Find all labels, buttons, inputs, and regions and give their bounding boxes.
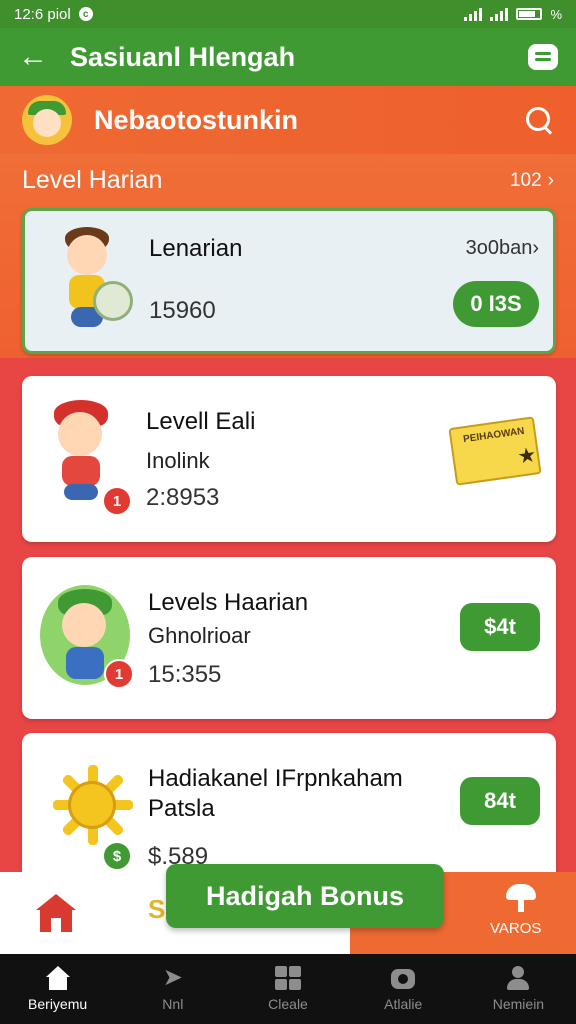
- avatar[interactable]: [22, 95, 72, 145]
- card-subtitle: Inolink: [146, 448, 210, 473]
- chevron-right-icon: ›: [547, 169, 554, 191]
- nav-label: Nnl: [162, 996, 184, 1012]
- bonus-partial-text: S: [148, 894, 166, 924]
- mushroom-icon[interactable]: [506, 884, 536, 912]
- star-icon: ★: [517, 444, 537, 467]
- search-icon[interactable]: [524, 105, 554, 135]
- sun-trophy-illustration: [52, 765, 133, 845]
- nav-label: Nemiein: [492, 996, 545, 1012]
- plane-icon: ➤: [162, 964, 183, 991]
- featured-title: Lenarian: [149, 235, 243, 262]
- signal-icon-2: [490, 7, 509, 21]
- home-icon: [45, 966, 71, 990]
- brand-name: Nebaotostunkin: [94, 104, 299, 135]
- status-time: 12:6 piol: [14, 5, 71, 23]
- card-badge: 1: [102, 486, 132, 516]
- grid-icon: [275, 966, 301, 990]
- arrow-left-icon[interactable]: ←: [18, 40, 54, 74]
- app-bar: ← Sasiuanl Hlengah: [0, 28, 576, 86]
- right-action-label[interactable]: VAROS: [490, 920, 541, 937]
- featured-link[interactable]: 3o0ban›: [466, 237, 539, 260]
- signal-icon: [464, 7, 483, 21]
- card-value: 2:8953: [146, 484, 220, 511]
- nav-label: Beriyemu: [28, 996, 88, 1012]
- list-background: [0, 358, 576, 376]
- section-title: Level Harian: [22, 166, 163, 194]
- section-see-all[interactable]: 102 ›: [510, 170, 554, 192]
- brand-bar: Nebaotostunkin: [0, 86, 576, 154]
- nav-label: Atlalie: [384, 996, 423, 1012]
- user-icon: [505, 966, 531, 990]
- camera-icon: [390, 966, 416, 990]
- section-count: 102: [509, 169, 542, 191]
- bottom-navigation: Beriyemu ➤ Nnl Cleale Atlalie Nemiein: [0, 954, 576, 1024]
- ticket-label: PEIHAOWAN: [462, 425, 526, 446]
- nav-item-profile[interactable]: Nemiein: [461, 954, 576, 1024]
- level-card[interactable]: 1 Levell Eali Inolink 2:8953 PEIHAOWAN ★: [22, 376, 556, 542]
- card-badge: 1: [104, 659, 134, 689]
- featured-link-label: 3o0ban: [465, 237, 533, 259]
- nav-label: Cleale: [268, 996, 308, 1012]
- nav-item-home[interactable]: Beriyemu: [0, 954, 115, 1024]
- card-value: 15:355: [148, 661, 222, 688]
- chevron-right-icon: ›: [532, 237, 539, 259]
- status-bar: 12:6 piol c %: [0, 0, 576, 28]
- nav-item-plane[interactable]: ➤ Nnl: [115, 954, 230, 1024]
- featured-claim-button[interactable]: 0 I3S: [453, 281, 539, 327]
- nav-item-camera[interactable]: Atlalie: [346, 954, 461, 1024]
- card-badge: $: [102, 841, 132, 871]
- card-title: Hadiakanel IFrpnkaham: [148, 765, 403, 792]
- featured-level-card[interactable]: Lenarian 3o0ban› 15960 0 I3S: [22, 208, 556, 354]
- notification-icon: c: [78, 7, 93, 21]
- section-header: Level Harian 102 ›: [22, 166, 554, 195]
- bonus-button[interactable]: Hadigah Bonus: [166, 864, 444, 928]
- chat-bubble-icon[interactable]: [528, 44, 558, 70]
- nav-item-grid[interactable]: Cleale: [230, 954, 345, 1024]
- card-claim-button[interactable]: 84t: [460, 777, 540, 825]
- card-subtitle: Patsla: [148, 795, 215, 822]
- featured-value: 15960: [149, 297, 216, 324]
- boy-with-coin-illustration: [45, 227, 135, 331]
- house-icon[interactable]: [36, 894, 76, 932]
- battery-percent: %: [550, 6, 562, 22]
- page-title: Sasiuanl Hlengah: [70, 41, 296, 72]
- card-title: Levell Eali: [146, 408, 256, 435]
- level-card[interactable]: $ Hadiakanel IFrpnkaham Patsla $.589 84t: [22, 733, 556, 883]
- card-title: Levels Haarian: [148, 589, 309, 616]
- card-subtitle: Ghnolrioar: [148, 623, 251, 648]
- battery-icon: [516, 8, 543, 20]
- card-claim-button[interactable]: $4t: [460, 603, 540, 651]
- reward-ticket[interactable]: PEIHAOWAN ★: [448, 416, 542, 486]
- level-card[interactable]: 1 Levels Haarian Ghnolrioar 15:355 $4t: [22, 557, 556, 719]
